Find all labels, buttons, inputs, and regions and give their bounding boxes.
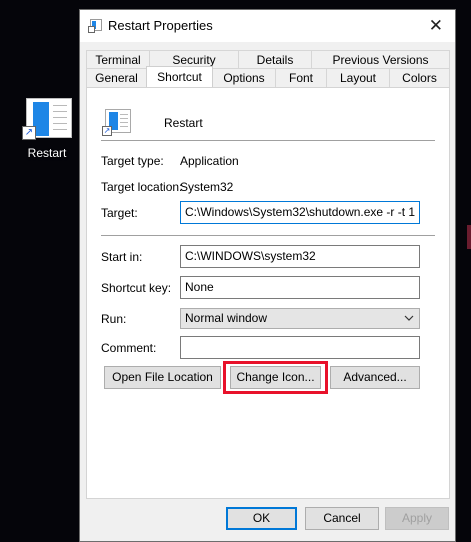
tab-strip: Terminal Security Details Previous Versi… xyxy=(86,50,450,88)
target-location-label: Target location: xyxy=(101,180,183,194)
tab-font[interactable]: Font xyxy=(275,68,327,87)
shortcut-title-icon xyxy=(88,19,102,33)
tab-details[interactable]: Details xyxy=(238,50,312,69)
run-label: Run: xyxy=(101,312,127,326)
tab-options[interactable]: Options xyxy=(212,68,276,87)
divider xyxy=(101,140,435,141)
target-field[interactable]: C:\Windows\System32\shutdown.exe -r -t 1 xyxy=(180,201,420,224)
shortcut-file-icon: ↗ xyxy=(102,109,132,141)
tab-terminal[interactable]: Terminal xyxy=(86,50,150,69)
apply-button[interactable]: Apply xyxy=(385,507,449,530)
cancel-button[interactable]: Cancel xyxy=(305,507,379,530)
start-in-label: Start in: xyxy=(101,250,143,264)
chevron-down-icon xyxy=(404,315,414,321)
properties-dialog: Restart Properties ✕ Terminal Security D… xyxy=(79,9,456,542)
run-selected-value: Normal window xyxy=(185,311,268,325)
comment-field[interactable] xyxy=(180,336,420,359)
tab-colors[interactable]: Colors xyxy=(389,68,450,87)
run-dropdown[interactable]: Normal window xyxy=(180,308,420,329)
tab-shortcut[interactable]: Shortcut xyxy=(146,66,213,87)
advanced-button[interactable]: Advanced... xyxy=(330,366,420,389)
tab-previous-versions[interactable]: Previous Versions xyxy=(311,50,450,69)
target-location-value: System32 xyxy=(180,180,234,194)
shortcut-tab-panel: ↗ Restart Target type: Application Targe… xyxy=(86,87,450,499)
desktop-icon-label: Restart xyxy=(27,146,67,160)
shortcut-file-icon: ↗ xyxy=(22,96,72,142)
desktop-shortcut-restart[interactable]: ↗ Restart xyxy=(18,96,76,160)
ok-button[interactable]: OK xyxy=(226,507,297,530)
target-type-value: Application xyxy=(180,154,239,168)
window-title: Restart Properties xyxy=(108,18,213,33)
background-accent xyxy=(467,225,471,249)
shortcut-key-label: Shortcut key: xyxy=(101,281,172,295)
close-icon[interactable]: ✕ xyxy=(429,16,443,36)
comment-label: Comment: xyxy=(101,341,157,355)
shortcut-key-field[interactable]: None xyxy=(180,276,420,299)
tab-general[interactable]: General xyxy=(86,68,147,87)
start-in-field[interactable]: C:\WINDOWS\system32 xyxy=(180,245,420,268)
target-label: Target: xyxy=(101,206,138,220)
open-file-location-button[interactable]: Open File Location xyxy=(104,366,221,389)
shortcut-name: Restart xyxy=(164,116,203,130)
title-bar[interactable]: Restart Properties ✕ xyxy=(80,10,455,42)
highlight-box xyxy=(223,361,328,394)
tab-layout[interactable]: Layout xyxy=(326,68,390,87)
target-type-label: Target type: xyxy=(101,154,164,168)
divider xyxy=(101,235,435,236)
shortcut-arrow-icon: ↗ xyxy=(22,126,36,140)
